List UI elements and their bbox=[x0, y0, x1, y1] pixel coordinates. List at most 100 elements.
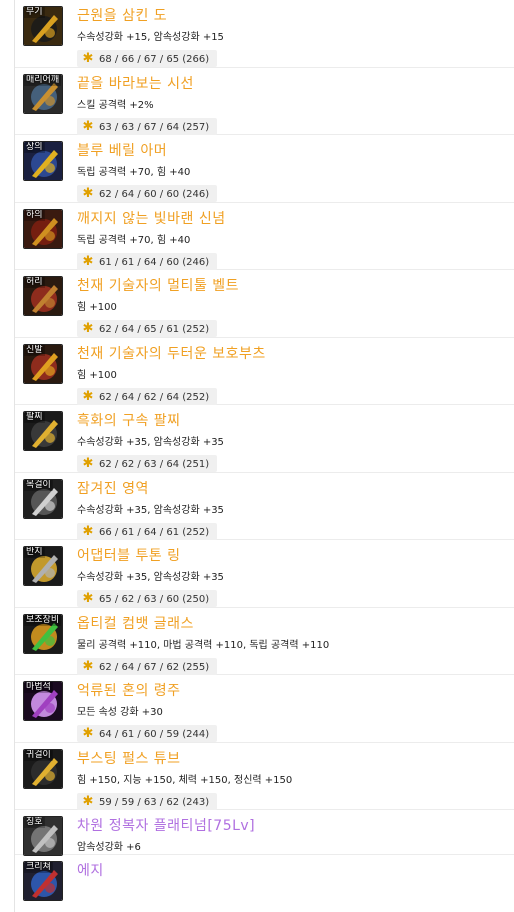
star-icon: ✱ bbox=[82, 119, 94, 134]
slot-label: 허리 bbox=[24, 277, 45, 288]
item-name[interactable]: 천재 기술자의 두터운 보호부츠 bbox=[77, 345, 266, 363]
equipment-row[interactable]: 무기 근원을 삼킨 도 수속성강화 +15, 암속성강화 +15 ✱ 68 / 66 /… bbox=[15, 0, 514, 68]
growth-score-badge: ✱ 68 / 66 / 67 / 65 (266) bbox=[77, 50, 217, 67]
equipment-row[interactable]: 크리쳐 에지 bbox=[15, 855, 514, 912]
star-icon: ✱ bbox=[82, 321, 94, 336]
equipment-row[interactable]: 칭호 차원 정복자 플래티넘[75Lv] 암속성강화 +6 bbox=[15, 810, 514, 856]
star-icon: ✱ bbox=[82, 389, 94, 404]
star-icon: ✱ bbox=[82, 659, 94, 674]
equipment-row[interactable]: 신발 천재 기술자의 두터운 보호부츠힘 +100 ✱ 62 / 64 / 62 / … bbox=[15, 338, 514, 405]
pants-icon[interactable]: 하의 bbox=[23, 209, 63, 249]
slot-label: 무기 bbox=[24, 7, 45, 18]
slot-label: 팔찌 bbox=[24, 412, 45, 423]
orb-icon[interactable]: 마법석 bbox=[23, 681, 63, 721]
equipment-row[interactable]: 허리 천재 기술자의 멀티툴 벨트 힘 +100 ✱ 62 / 64 / 65 / 61… bbox=[15, 270, 514, 338]
star-icon: ✱ bbox=[82, 254, 94, 269]
equipment-row[interactable]: 매리어깨 끝을 바라보는 시선스킬 공격력 +2% ✱ 63 / 63 / 67 / … bbox=[15, 68, 514, 135]
growth-score-badge: ✱ 62 / 62 / 63 / 64 (251) bbox=[77, 455, 217, 472]
item-name[interactable]: 억류된 혼의 령주 bbox=[77, 682, 181, 700]
item-name[interactable]: 차원 정복자 플래티넘[75Lv] bbox=[77, 817, 255, 835]
slot-label: 크리쳐 bbox=[24, 862, 53, 873]
item-name[interactable]: 근원을 삼킨 도 bbox=[77, 7, 167, 25]
star-icon: ✱ bbox=[82, 726, 94, 741]
item-name[interactable]: 옵티컬 컴뱃 글래스 bbox=[77, 615, 194, 633]
equipment-row[interactable]: 목걸이 잠겨진 영역수속성강화 +35, 암속성강화 +35 ✱ 66 / 61 / … bbox=[15, 473, 514, 540]
growth-score-text: 65 / 62 / 63 / 60 (250) bbox=[99, 594, 210, 605]
star-icon: ✱ bbox=[82, 51, 94, 66]
equipment-row[interactable]: 반지 어댑터블 투톤 링 수속성강화 +35, 암속성강화 +35 ✱ 65 / 62 … bbox=[15, 540, 514, 608]
item-name[interactable]: 블루 베릴 아머 bbox=[77, 142, 167, 160]
growth-score-badge: ✱ 64 / 61 / 60 / 59 (244) bbox=[77, 725, 217, 742]
growth-score-text: 62 / 62 / 63 / 64 (251) bbox=[99, 459, 210, 470]
item-name[interactable]: 끝을 바라보는 시선 bbox=[77, 75, 194, 93]
growth-score-text: 68 / 66 / 67 / 65 (266) bbox=[99, 54, 210, 65]
star-icon: ✱ bbox=[82, 524, 94, 539]
growth-score-text: 62 / 64 / 67 / 62 (255) bbox=[99, 662, 210, 673]
growth-score-text: 66 / 61 / 64 / 61 (252) bbox=[99, 527, 210, 538]
belt-icon[interactable]: 허리 bbox=[23, 276, 63, 316]
slot-label: 보조장비 bbox=[24, 615, 62, 626]
equipment-row[interactable]: 팔찌 흑화의 구속 팔찌수속성강화 +35, 암속성강화 +35 ✱ 62 / 62 … bbox=[15, 405, 514, 473]
sword-icon[interactable]: 무기 bbox=[23, 6, 63, 46]
equipment-row[interactable]: 마법석 억류된 혼의 령주모든 속성 강화 +30 ✱ 64 / 61 / 60 / … bbox=[15, 675, 514, 743]
equipment-row[interactable]: 귀걸이 부스팅 펄스 튜브힘 +150, 지능 +150, 체력 +150, 정신… bbox=[15, 743, 514, 810]
item-name[interactable]: 잠겨진 영역 bbox=[77, 480, 149, 498]
item-name[interactable]: 에지 bbox=[77, 862, 104, 880]
star-icon: ✱ bbox=[82, 456, 94, 471]
growth-score-badge: ✱ 61 / 61 / 64 / 60 (246) bbox=[77, 253, 217, 270]
growth-score-badge: ✱ 59 / 59 / 63 / 62 (243) bbox=[77, 793, 217, 810]
slot-label: 신발 bbox=[24, 345, 45, 356]
growth-score-badge: ✱ 62 / 64 / 65 / 61 (252) bbox=[77, 320, 217, 337]
growth-score-text: 64 / 61 / 60 / 59 (244) bbox=[99, 729, 210, 740]
slot-label: 귀걸이 bbox=[24, 750, 53, 761]
item-stats: 수속성강화 +35, 암속성강화 +35 bbox=[77, 572, 224, 583]
earring-icon[interactable]: 귀걸이 bbox=[23, 749, 63, 789]
item-name[interactable]: 부스팅 펄스 튜브 bbox=[77, 750, 181, 768]
star-icon: ✱ bbox=[82, 794, 94, 809]
item-stats: 독립 공격력 +70, 힘 +40 bbox=[77, 235, 191, 246]
item-stats: 암속성강화 +6 bbox=[77, 842, 141, 853]
growth-score-text: 59 / 59 / 63 / 62 (243) bbox=[99, 797, 210, 808]
bracelet-icon[interactable]: 팔찌 bbox=[23, 411, 63, 451]
item-stats: 물리 공격력 +110, 마법 공격력 +110, 독립 공격력 +110 bbox=[77, 640, 330, 651]
shoulder-icon[interactable]: 매리어깨 bbox=[23, 74, 63, 114]
growth-score-badge: ✱ 62 / 64 / 62 / 64 (252) bbox=[77, 388, 217, 405]
item-stats: 힘 +100 bbox=[77, 370, 117, 381]
item-stats: 스킬 공격력 +2% bbox=[77, 100, 154, 111]
star-icon: ✱ bbox=[82, 186, 94, 201]
title-icon[interactable]: 칭호 bbox=[23, 816, 63, 856]
growth-score-text: 61 / 61 / 64 / 60 (246) bbox=[99, 257, 210, 268]
slot-label: 칭호 bbox=[24, 817, 45, 828]
item-name[interactable]: 어댑터블 투톤 링 bbox=[77, 547, 181, 565]
slot-label: 목걸이 bbox=[24, 480, 53, 491]
slot-label: 마법석 bbox=[24, 682, 53, 693]
growth-score-text: 63 / 63 / 67 / 64 (257) bbox=[99, 122, 210, 133]
item-stats: 수속성강화 +35, 암속성강화 +35 bbox=[77, 505, 224, 516]
equipment-row[interactable]: 하의 깨지지 않는 빛바랜 신념독립 공격력 +70, 힘 +40 ✱ 61 / 61… bbox=[15, 203, 514, 270]
slot-label: 매리어깨 bbox=[24, 75, 62, 86]
item-name[interactable]: 천재 기술자의 멀티툴 벨트 bbox=[77, 277, 239, 295]
equipment-row[interactable]: 상의 블루 베릴 아머독립 공격력 +70, 힘 +40 ✱ 62 / 64 / 60… bbox=[15, 135, 514, 203]
growth-score-badge: ✱ 63 / 63 / 67 / 64 (257) bbox=[77, 118, 217, 135]
item-stats: 모든 속성 강화 +30 bbox=[77, 707, 163, 718]
growth-score-badge: ✱ 62 / 64 / 60 / 60 (246) bbox=[77, 185, 217, 202]
growth-score-text: 62 / 64 / 62 / 64 (252) bbox=[99, 392, 210, 403]
equipment-list: 무기 근원을 삼킨 도 수속성강화 +15, 암속성강화 +15 ✱ 68 / 66 /… bbox=[14, 0, 514, 912]
boots-icon[interactable]: 신발 bbox=[23, 344, 63, 384]
item-stats: 힘 +150, 지능 +150, 체력 +150, 정신력 +150 bbox=[77, 775, 293, 786]
armor-icon[interactable]: 상의 bbox=[23, 141, 63, 181]
glasses-icon[interactable]: 보조장비 bbox=[23, 614, 63, 654]
item-stats: 수속성강화 +35, 암속성강화 +35 bbox=[77, 437, 224, 448]
slot-label: 반지 bbox=[24, 547, 45, 558]
ring-icon[interactable]: 반지 bbox=[23, 546, 63, 586]
item-name[interactable]: 흑화의 구속 팔찌 bbox=[77, 412, 181, 430]
growth-score-badge: ✱ 66 / 61 / 64 / 61 (252) bbox=[77, 523, 217, 540]
item-stats: 독립 공격력 +70, 힘 +40 bbox=[77, 167, 191, 178]
slot-label: 상의 bbox=[24, 142, 45, 153]
item-name[interactable]: 깨지지 않는 빛바랜 신념 bbox=[77, 210, 226, 228]
equipment-row[interactable]: 보조장비 옵티컬 컴뱃 글래스물리 공격력 +110, 마법 공격력 +110, … bbox=[15, 608, 514, 675]
growth-score-text: 62 / 64 / 60 / 60 (246) bbox=[99, 189, 210, 200]
necklace-icon[interactable]: 목걸이 bbox=[23, 479, 63, 519]
growth-score-badge: ✱ 62 / 64 / 67 / 62 (255) bbox=[77, 658, 217, 675]
creature-icon[interactable]: 크리쳐 bbox=[23, 861, 63, 901]
